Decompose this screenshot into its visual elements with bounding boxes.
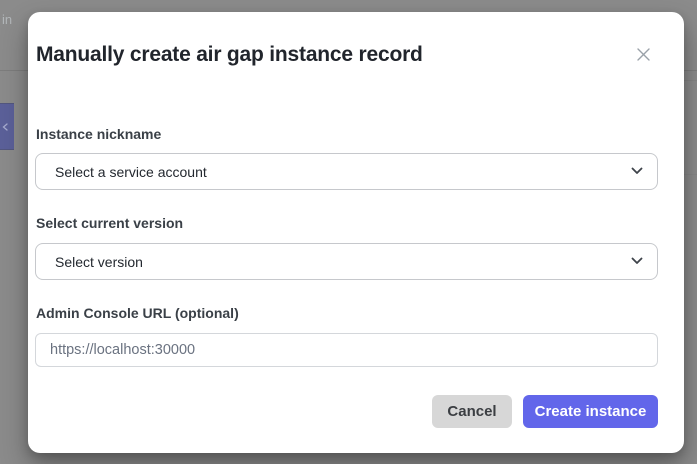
create-instance-button[interactable]: Create instance: [523, 395, 658, 428]
background-button-edge: [0, 103, 14, 150]
background-divider: [683, 80, 697, 81]
modal-title: Manually create air gap instance record: [36, 43, 423, 67]
current-version-label: Select current version: [36, 216, 183, 231]
version-select-wrap: Select version: [35, 243, 658, 280]
version-select[interactable]: Select version: [35, 243, 658, 280]
service-account-select-wrap: Select a service account: [35, 153, 658, 190]
service-account-select[interactable]: Select a service account: [35, 153, 658, 190]
create-airgap-instance-modal: Manually create air gap instance record …: [28, 12, 684, 453]
chevron-left-icon: [2, 123, 8, 131]
screen: in Manually create air gap instance reco…: [0, 0, 697, 464]
background-text-fragment: in: [2, 12, 12, 27]
admin-console-url-label: Admin Console URL (optional): [36, 306, 239, 321]
background-divider: [683, 174, 697, 175]
close-button[interactable]: [627, 38, 659, 70]
instance-nickname-label: Instance nickname: [36, 127, 161, 142]
cancel-button[interactable]: Cancel: [432, 395, 512, 428]
admin-console-url-input[interactable]: [35, 333, 658, 367]
close-icon: [635, 46, 652, 63]
